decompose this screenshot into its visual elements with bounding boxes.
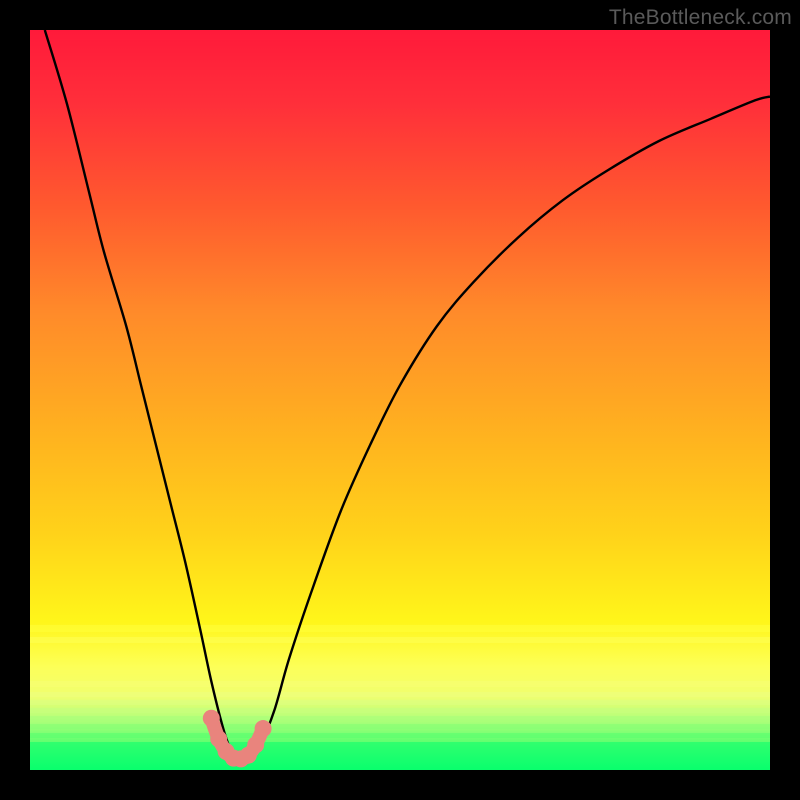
valley-marker bbox=[203, 710, 220, 727]
valley-marker bbox=[247, 736, 264, 753]
chart-frame: TheBottleneck.com bbox=[0, 0, 800, 800]
valley-marker bbox=[255, 720, 272, 737]
chart-plot-area bbox=[30, 30, 770, 770]
watermark-text: TheBottleneck.com bbox=[609, 6, 792, 30]
bottleneck-curve bbox=[30, 30, 770, 770]
